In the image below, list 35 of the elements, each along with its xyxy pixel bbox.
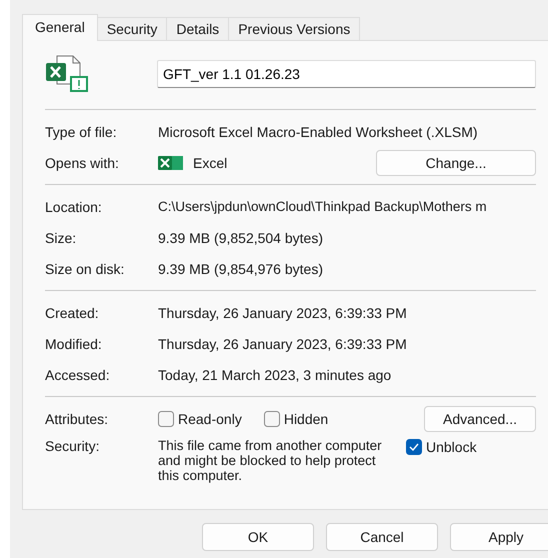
change-button[interactable]: Change... bbox=[376, 150, 536, 176]
field-label: Modified: bbox=[45, 336, 103, 352]
field-label: Accessed: bbox=[45, 366, 111, 382]
app-name: Excel bbox=[193, 154, 228, 170]
field-value: Microsoft Excel Macro-Enabled Worksheet (.XLSM) bbox=[158, 124, 479, 140]
checkbox-label: Read-only bbox=[178, 410, 242, 426]
field-label: Location: bbox=[45, 198, 103, 214]
field-value: Thursday, 26 January 2023, 6:39:33 PM bbox=[158, 304, 408, 320]
dialog-button[interactable]: Cancel bbox=[326, 523, 438, 551]
field-label: Opens with: bbox=[45, 154, 120, 170]
field-value: 9.39 MB (9,854,976 bytes) bbox=[158, 260, 324, 276]
security-message: This file came from another computer and might be blocked to help protect this computer. bbox=[158, 438, 383, 483]
dialog-button[interactable]: Apply bbox=[450, 523, 548, 551]
field-label: Attributes: bbox=[45, 410, 110, 426]
field-value: Today, 21 March 2023, 3 minutes ago bbox=[158, 366, 392, 382]
field-label: Size: bbox=[45, 230, 78, 246]
field-value: C:\Users\jpdun\ownCloud\Thinkpad Backup\Mothers m bbox=[158, 199, 488, 214]
field-label: Created: bbox=[45, 304, 100, 320]
excel-file-icon bbox=[45, 55, 89, 93]
tab[interactable]: Previous Versions bbox=[228, 17, 360, 41]
advanced-button[interactable]: Advanced... bbox=[424, 406, 536, 432]
checkbox[interactable] bbox=[406, 439, 422, 455]
checkbox-label: Hidden bbox=[284, 410, 328, 426]
field-label: Security: bbox=[45, 438, 100, 454]
excel-icon bbox=[158, 154, 184, 170]
field-label: Size on disk: bbox=[45, 260, 126, 276]
field-label: Type of file: bbox=[45, 124, 118, 140]
field-value: Thursday, 26 January 2023, 6:39:33 PM bbox=[158, 336, 408, 352]
checkbox-label: Unblock bbox=[426, 439, 477, 455]
dialog-button[interactable]: OK bbox=[202, 523, 314, 551]
field-value: 9.39 MB (9,852,504 bytes) bbox=[158, 230, 324, 246]
checkbox[interactable] bbox=[158, 410, 174, 426]
file-name-field[interactable]: GFT_ver 1.1 01.26.23 bbox=[157, 60, 536, 88]
tab[interactable]: General bbox=[22, 14, 98, 41]
checkbox[interactable] bbox=[264, 410, 280, 426]
